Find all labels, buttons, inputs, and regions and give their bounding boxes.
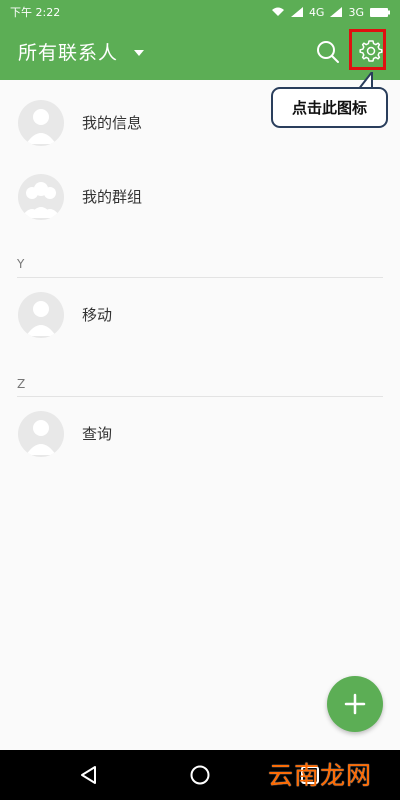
status-time: 下午 2:22 — [10, 6, 61, 19]
home-circle-icon[interactable] — [189, 764, 211, 786]
contact-name: 我的群组 — [82, 188, 143, 206]
person-avatar-icon — [18, 100, 64, 146]
add-contact-button[interactable] — [327, 676, 383, 732]
status-bar: 下午 2:22 4G 3G — [0, 0, 400, 24]
watermark: 云南龙网 — [268, 761, 373, 790]
contacts-screen: 下午 2:22 4G 3G 所有联系人 点击此图标 我的信息 我的群组 Y 移动… — [0, 0, 400, 800]
contact-name: 查询 — [82, 425, 113, 443]
wifi-icon — [271, 7, 284, 16]
my-info-row[interactable]: 我的信息 — [0, 86, 400, 160]
status-icons: 4G 3G — [271, 6, 390, 19]
person-avatar-icon — [18, 292, 64, 338]
my-groups-row[interactable]: 我的群组 — [0, 160, 400, 234]
section-header-y: Y — [17, 257, 25, 271]
back-triangle-icon[interactable] — [78, 764, 100, 786]
plus-icon — [344, 693, 366, 715]
contact-filter-dropdown[interactable]: 所有联系人 — [18, 38, 145, 65]
caret-down-icon — [134, 49, 145, 56]
battery-icon — [370, 7, 390, 17]
network-type-primary: 4G — [308, 5, 325, 19]
contact-row-query[interactable]: 查询 — [0, 397, 400, 471]
contact-row-mobile[interactable]: 移动 — [0, 278, 400, 352]
section-header-z: Z — [17, 377, 26, 391]
page-title: 所有联系人 — [18, 42, 119, 64]
contact-name: 移动 — [82, 306, 113, 324]
contact-name: 我的信息 — [82, 114, 143, 132]
search-icon — [317, 41, 339, 63]
app-bar: 所有联系人 — [0, 24, 400, 80]
network-type-secondary: 3G — [348, 5, 364, 19]
group-avatar-icon — [18, 174, 64, 220]
person-avatar-icon — [18, 411, 64, 457]
signal-icon-secondary — [330, 7, 343, 17]
search-button[interactable] — [314, 38, 342, 66]
highlight-box — [349, 29, 386, 70]
signal-icon — [290, 7, 303, 17]
